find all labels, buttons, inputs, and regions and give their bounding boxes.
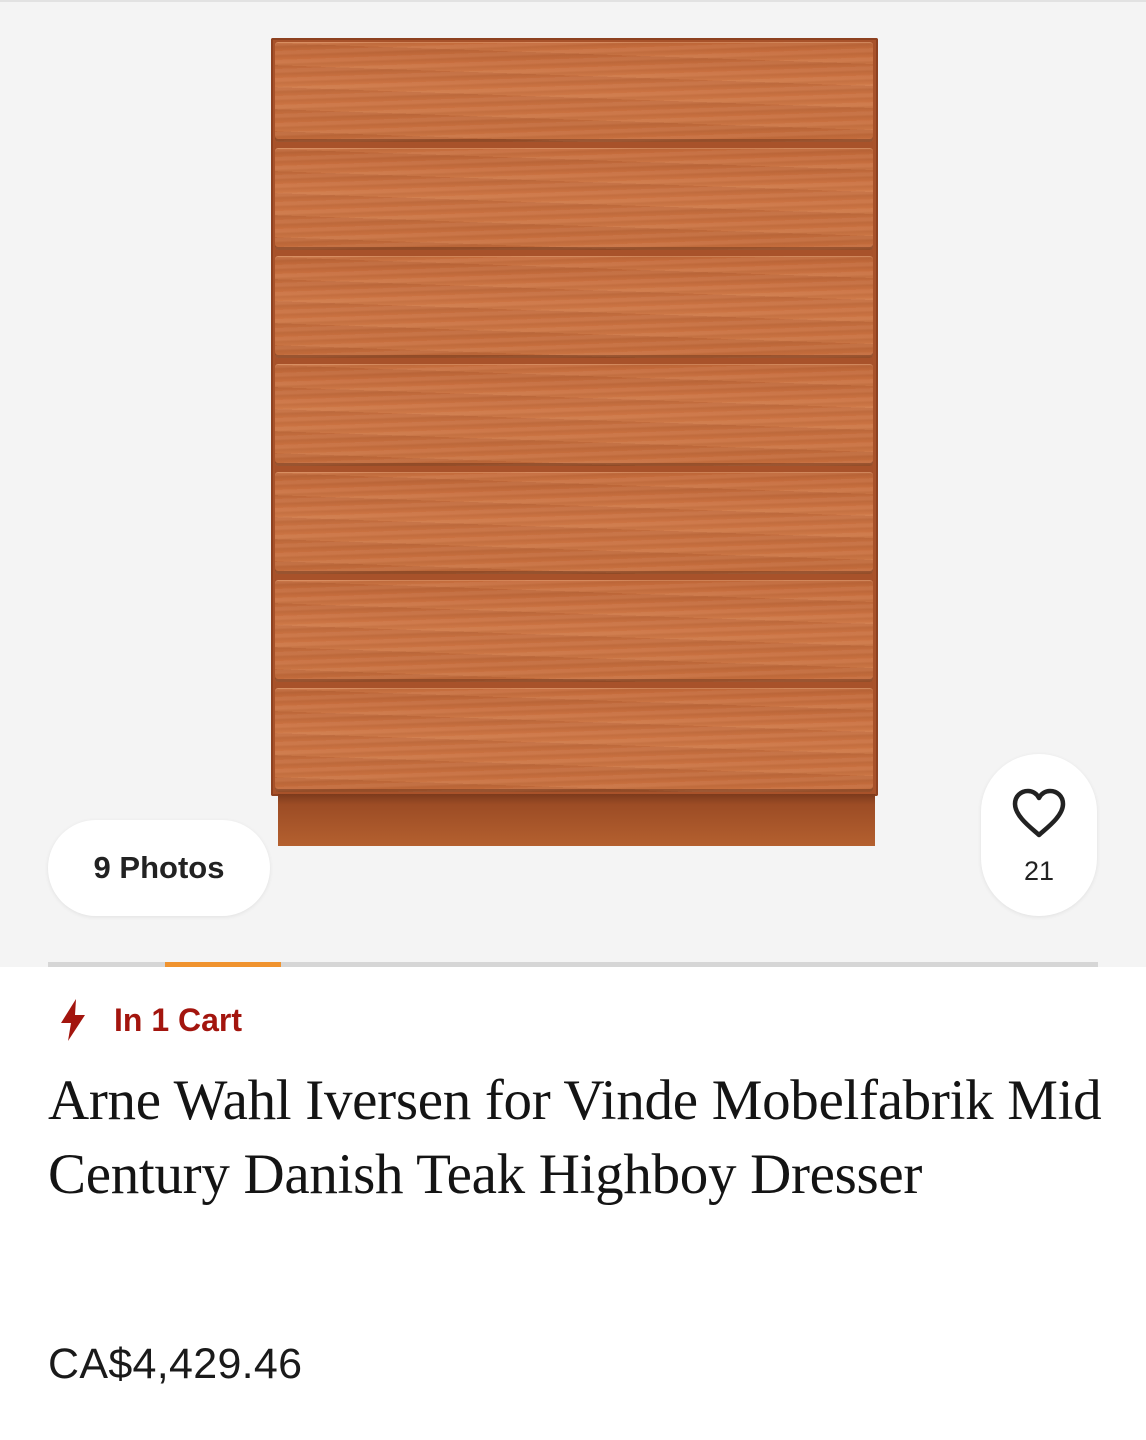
- dresser-drawer: [275, 580, 873, 682]
- heart-outline-icon: [1012, 788, 1066, 838]
- product-price: CA$4,429.46: [48, 1340, 303, 1388]
- dresser-drawer: [275, 256, 873, 358]
- product-photo[interactable]: [271, 38, 878, 846]
- photo-count-label: 9 Photos: [93, 850, 225, 885]
- gallery-progress-bar: [48, 962, 1098, 967]
- product-title: Arne Wahl Iversen for Vinde Mobelfabrik …: [48, 1069, 1102, 1206]
- dresser-drawer: [275, 472, 873, 574]
- favorite-count: 21: [1023, 856, 1055, 886]
- cart-status-text: In 1 Cart: [114, 1001, 243, 1038]
- dresser-drawer: [275, 42, 873, 142]
- photo-count-button[interactable]: 9 Photos: [48, 820, 270, 916]
- dresser-plinth: [278, 794, 875, 846]
- cart-status-badge: In 1 Cart: [58, 995, 242, 1045]
- lightning-bolt-icon: [61, 999, 85, 1041]
- dresser-drawer: [275, 364, 873, 466]
- product-page: 9 Photos 21 In 1 Cart Arne Wahl Iversen …: [0, 0, 1146, 1440]
- gallery-progress-indicator: [164, 962, 282, 967]
- favorite-button[interactable]: 21: [981, 754, 1097, 916]
- dresser-drawer: [275, 688, 873, 792]
- dresser-drawer: [275, 148, 873, 250]
- product-image-gallery[interactable]: 9 Photos 21: [0, 0, 1146, 967]
